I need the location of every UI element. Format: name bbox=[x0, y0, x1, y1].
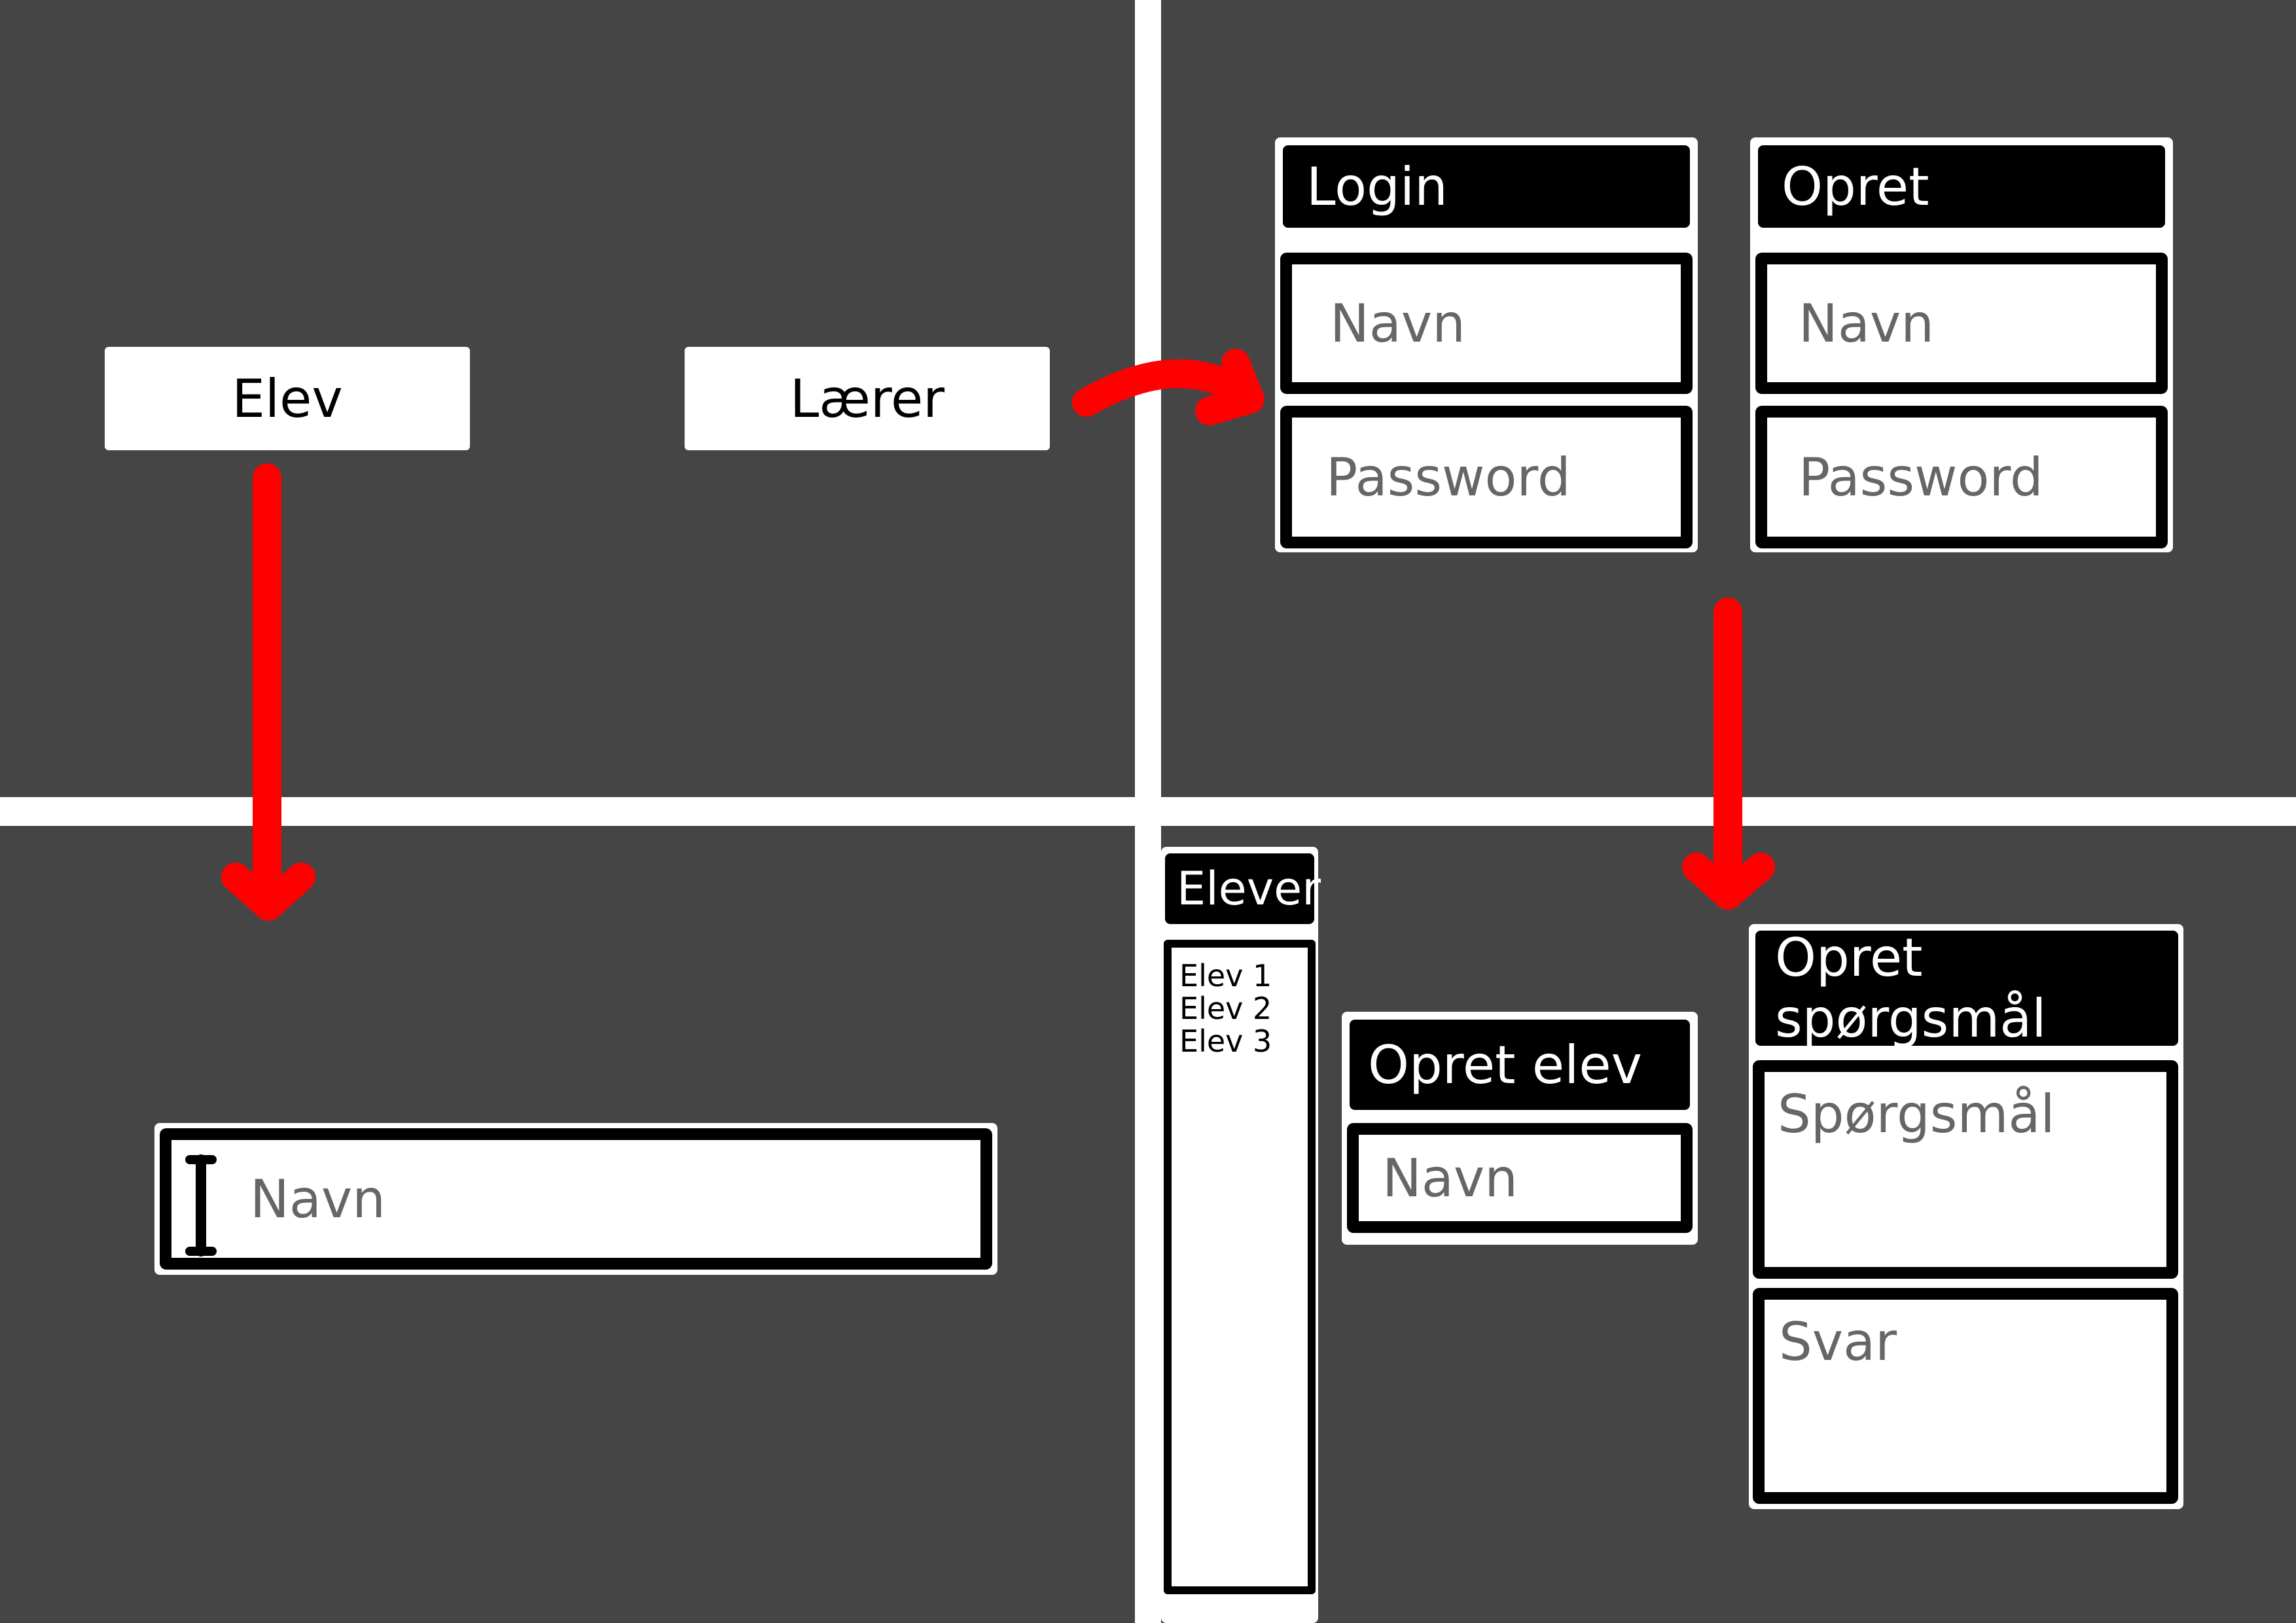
student-navn-placeholder: Navn bbox=[250, 1168, 386, 1230]
student-navn-card: Navn bbox=[154, 1123, 997, 1275]
login-password-input[interactable]: Password bbox=[1280, 406, 1693, 548]
elever-title: Elever bbox=[1165, 853, 1321, 924]
spoergsmaal-input[interactable]: Spørgsmål bbox=[1753, 1060, 2178, 1279]
list-item[interactable]: Elev 1 bbox=[1179, 959, 1300, 992]
opret-elev-title: Opret elev bbox=[1350, 1020, 1690, 1110]
student-screen-panel: Navn bbox=[0, 826, 1135, 1623]
opret-password-input[interactable]: Password bbox=[1755, 406, 2168, 548]
student-navn-input[interactable]: Navn bbox=[160, 1128, 992, 1270]
opret-elev-card: Opret elev Navn bbox=[1342, 1012, 1698, 1245]
laerer-button[interactable]: Lærer bbox=[685, 347, 1050, 450]
opret-card: Opret Navn Password bbox=[1750, 137, 2173, 552]
text-cursor-icon bbox=[185, 1154, 217, 1257]
elev-button[interactable]: Elev bbox=[105, 347, 470, 450]
opret-title: Opret bbox=[1758, 145, 2165, 228]
login-navn-input[interactable]: Navn bbox=[1280, 253, 1693, 394]
teacher-dashboard-panel: Elever Elev 1 Elev 2 Elev 3 Opret elev N… bbox=[1161, 826, 2296, 1623]
teacher-auth-panel: Login Navn Password Opret Navn Password bbox=[1161, 0, 2296, 797]
login-card: Login Navn Password bbox=[1275, 137, 1698, 552]
svar-input[interactable]: Svar bbox=[1753, 1288, 2178, 1504]
login-title: Login bbox=[1283, 145, 1690, 228]
opret-spoergsmaal-card: Opret spørgsmål Spørgsmål Svar bbox=[1749, 924, 2183, 1509]
elever-list[interactable]: Elev 1 Elev 2 Elev 3 bbox=[1164, 940, 1316, 1594]
list-item[interactable]: Elev 3 bbox=[1179, 1025, 1300, 1058]
opret-spoergsmaal-title: Opret spørgsmål bbox=[1755, 927, 2178, 1049]
elever-card: Elever Elev 1 Elev 2 Elev 3 bbox=[1161, 847, 1321, 1623]
list-item[interactable]: Elev 2 bbox=[1179, 992, 1300, 1025]
opret-elev-navn-input[interactable]: Navn bbox=[1347, 1123, 1693, 1233]
start-screen-panel: Elev Lærer bbox=[0, 0, 1135, 797]
wireframe-canvas: Elev Lærer Login Navn Password Opret Nav… bbox=[0, 0, 2296, 1623]
opret-navn-input[interactable]: Navn bbox=[1755, 253, 2168, 394]
